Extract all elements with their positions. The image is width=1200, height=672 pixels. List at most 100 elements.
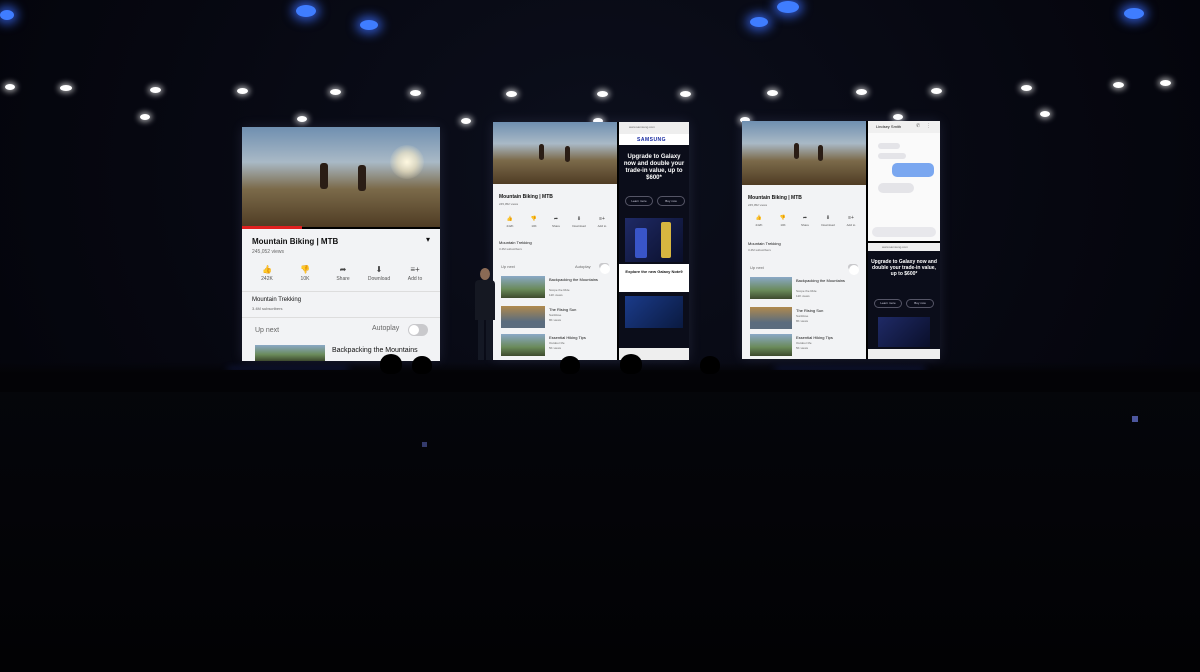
stage-light: [296, 5, 316, 17]
video-thumbnail[interactable]: [501, 306, 545, 328]
stage-light: [1124, 8, 1144, 19]
url-text: www.samsung.com: [629, 125, 655, 129]
thumbs-up-icon: 👍: [506, 216, 514, 222]
phone-image: [661, 222, 671, 258]
chevron-down-icon[interactable]: ▾: [426, 235, 430, 244]
download-button[interactable]: ⬇ Download: [364, 265, 394, 282]
keynote-stage: Mountain Biking | MTB ▾ 245,052 views 👍 …: [0, 0, 1200, 672]
middle-display-screen: Mountain Biking | MTB 245,052 views 👍 242…: [493, 122, 689, 360]
download-button[interactable]: ⬇ Download: [816, 215, 840, 227]
presenter-leg: [486, 320, 492, 360]
browser-address-bar[interactable]: www.samsung.com: [868, 243, 940, 251]
dislike-button[interactable]: 👎 10K: [772, 215, 794, 227]
video-thumbnail[interactable]: [501, 334, 545, 356]
rider-figure: [320, 163, 328, 189]
list-item-title: Essential Hiking Tips: [796, 335, 833, 340]
video-thumbnail[interactable]: [750, 277, 792, 299]
next-video-thumbnail[interactable]: [255, 345, 325, 361]
sun-glare: [390, 145, 424, 179]
list-item-views: 5K views: [549, 346, 562, 350]
share-button[interactable]: ➦ Share: [545, 216, 567, 228]
note-promo-image: [625, 296, 683, 328]
browser-address-bar[interactable]: www.samsung.com: [619, 122, 689, 134]
add-to-button[interactable]: ≡+ Add to: [840, 215, 862, 227]
list-item-title: The Rising Sun: [796, 308, 824, 313]
stage-light: [150, 87, 161, 93]
video-player[interactable]: [242, 127, 440, 227]
add-to-button[interactable]: ≡+ Add to: [591, 216, 613, 228]
stage-light: [856, 89, 867, 95]
list-item-channel: SunRose: [549, 313, 562, 317]
learn-more-button[interactable]: Learn more: [625, 196, 653, 206]
thumbs-up-icon: 👍: [262, 265, 272, 274]
video-player[interactable]: [742, 121, 866, 185]
chat-header: Lindsey Smith ✆ ⋮: [868, 121, 940, 133]
channel-name[interactable]: Mountain Trekking: [252, 297, 301, 303]
list-item-channel: Outdoor life: [796, 341, 812, 345]
video-info-panel: Mountain Biking | MTB ▾ 245,052 views 👍 …: [242, 229, 440, 361]
buy-now-button[interactable]: Buy now: [906, 299, 934, 308]
share-icon: ➦: [553, 216, 559, 222]
share-label: Share: [336, 276, 350, 282]
buy-now-button[interactable]: Buy now: [657, 196, 685, 206]
video-pane: Mountain Biking | MTB 245,052 views 👍 242…: [742, 121, 866, 359]
list-item-title: Essential Hiking Tips: [549, 335, 586, 340]
phone-image: [635, 228, 647, 258]
add-to-playlist-icon: ≡+: [599, 216, 605, 222]
download-button[interactable]: ⬇ Download: [567, 216, 591, 228]
view-count: 245,052 views: [499, 202, 519, 206]
add-to-label: Add to: [597, 224, 607, 228]
video-title: Mountain Biking | MTB: [748, 195, 802, 201]
download-label: Download: [367, 276, 391, 282]
phone-promo-image: [625, 218, 683, 262]
presenter: [474, 268, 496, 360]
stage-light: [360, 20, 378, 30]
sent-message: [892, 163, 934, 177]
share-icon: ➦: [802, 215, 808, 221]
channel-name[interactable]: Mountain Trekking: [748, 241, 781, 246]
browser-pane: www.samsung.com Upgrade to Galaxy now an…: [868, 243, 940, 359]
subscriber-count: 3.4M subscribers: [499, 247, 522, 251]
phone-icon[interactable]: ✆: [916, 123, 920, 129]
right-display-screen: Mountain Biking | MTB 245,052 views 👍 242…: [742, 121, 940, 359]
channel-name[interactable]: Mountain Trekking: [499, 240, 532, 245]
video-title: Mountain Biking | MTB: [499, 194, 553, 200]
video-title: Mountain Biking | MTB: [252, 237, 339, 246]
list-item-title: The Rising Sun: [549, 307, 577, 312]
rider-figure: [818, 145, 823, 161]
video-thumbnail[interactable]: [750, 334, 792, 356]
add-to-button[interactable]: ≡+ Add to: [400, 265, 430, 282]
message-input[interactable]: [872, 227, 936, 237]
video-pane: Mountain Biking | MTB 245,052 views 👍 242…: [493, 122, 617, 360]
stage-light: [330, 89, 341, 95]
browser-pane: www.samsung.com SAMSUNG Upgrade to Galax…: [619, 122, 689, 360]
like-button[interactable]: 👍 242K: [748, 215, 770, 227]
rider-figure: [358, 165, 366, 191]
like-button[interactable]: 👍 242K: [252, 265, 282, 282]
divider: [242, 317, 440, 318]
learn-more-button[interactable]: Learn more: [874, 299, 902, 308]
audience-head: [560, 356, 580, 374]
next-video-title[interactable]: Backpacking the Mountains: [332, 347, 418, 354]
thumbs-down-icon: 👎: [779, 215, 787, 221]
samsung-logo[interactable]: SAMSUNG: [637, 137, 666, 143]
share-button[interactable]: ➦ Share: [328, 265, 358, 282]
autoplay-toggle[interactable]: [408, 324, 428, 336]
like-button[interactable]: 👍 242K: [499, 216, 521, 228]
note-promo-card[interactable]: Explore the new Galaxy Note9: [619, 264, 689, 292]
video-thumbnail[interactable]: [501, 276, 545, 298]
autoplay-toggle[interactable]: [599, 263, 610, 274]
share-label: Share: [800, 223, 809, 227]
dislike-button[interactable]: 👎 10K: [290, 265, 320, 282]
video-player[interactable]: [493, 122, 617, 184]
stage-light: [1160, 80, 1171, 86]
autoplay-toggle[interactable]: [848, 264, 859, 275]
list-item-channel: Outdoor life: [549, 341, 565, 345]
audience-head: [412, 356, 432, 374]
dislike-button[interactable]: 👎 10K: [523, 216, 545, 228]
video-thumbnail[interactable]: [750, 307, 792, 329]
stage-light: [1040, 111, 1050, 117]
more-options-icon[interactable]: ⋮: [926, 123, 931, 129]
share-button[interactable]: ➦ Share: [794, 215, 816, 227]
divider: [242, 291, 440, 292]
